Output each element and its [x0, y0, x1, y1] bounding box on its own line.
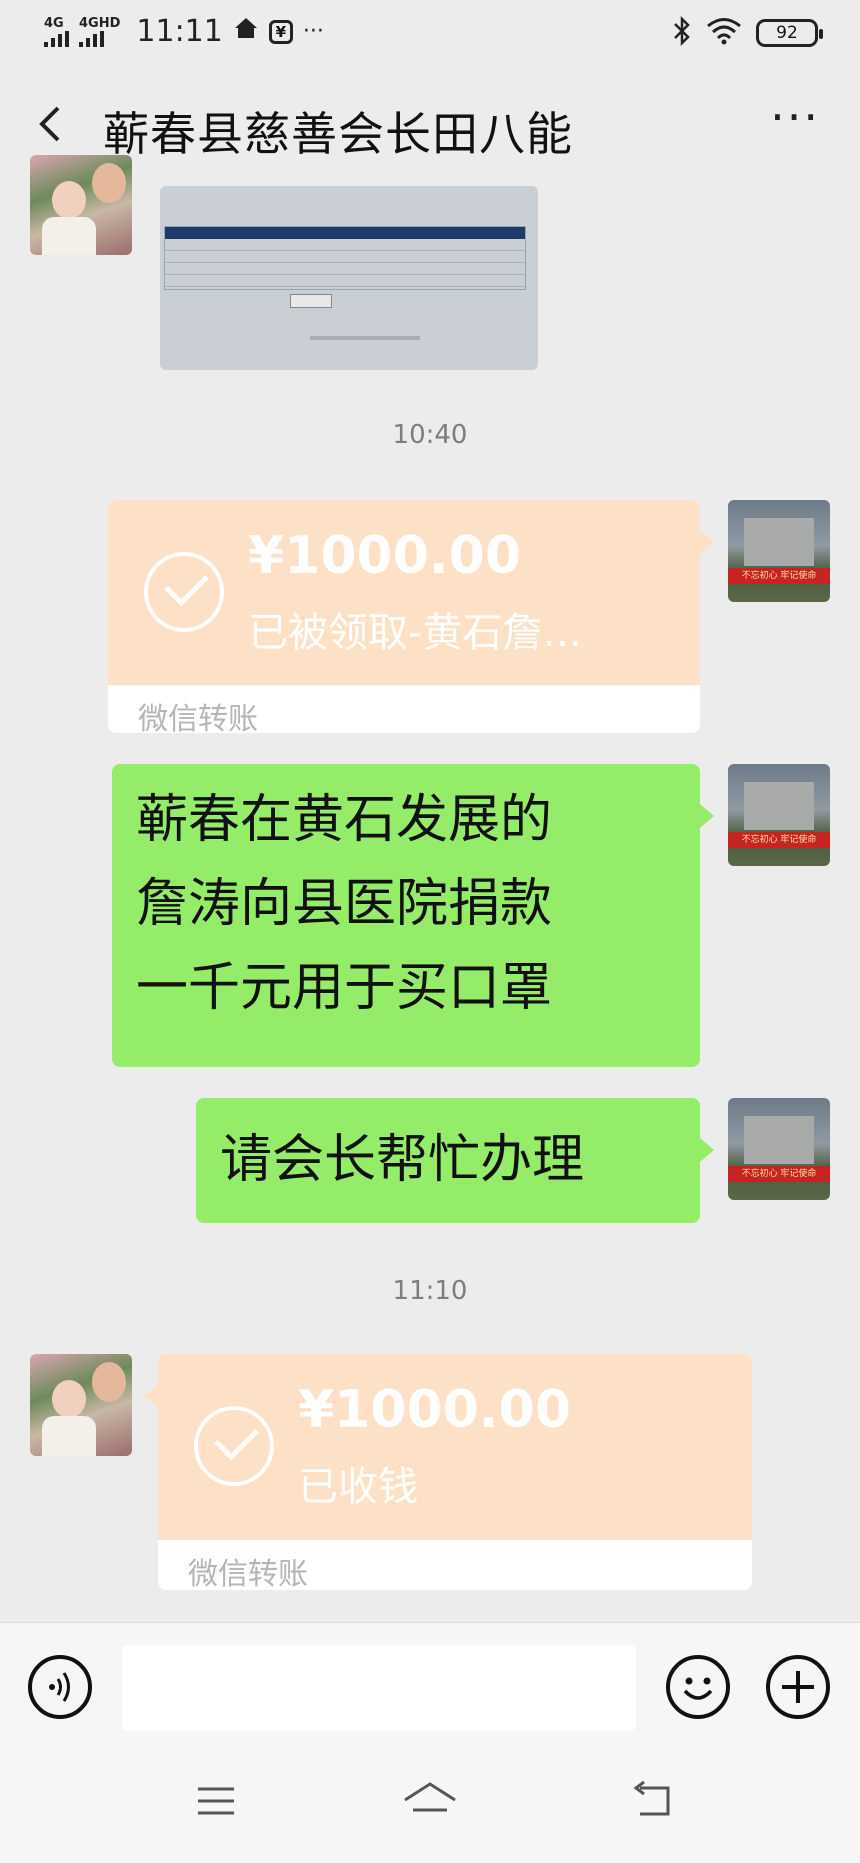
payment-icon: ¥	[268, 19, 293, 44]
transfer-footer: 微信转账	[108, 685, 700, 733]
document-table-image	[164, 226, 526, 290]
my-avatar[interactable]: 不忘初心 牢记使命	[728, 500, 830, 602]
transfer-status: 已收钱	[298, 1464, 418, 1510]
signal-2: 4GHD	[79, 15, 121, 47]
home-icon[interactable]	[400, 1780, 460, 1830]
transfer-footer: 微信转账	[158, 1540, 752, 1590]
bluetooth-icon	[672, 15, 692, 50]
document-photo[interactable]	[160, 186, 538, 370]
bubble-tail	[700, 530, 714, 554]
message-bubble-sent[interactable]: 蕲春在黄石发展的 詹涛向县医院捐款 一千元用于买口罩	[112, 764, 700, 1067]
signal-bars-icon	[44, 30, 69, 47]
transfer-amount: ¥1000.00	[298, 1380, 572, 1440]
plus-icon[interactable]	[766, 1655, 830, 1719]
my-avatar[interactable]: 不忘初心 牢记使命	[728, 764, 830, 866]
back-button[interactable]	[30, 94, 80, 154]
battery-indicator: 92	[756, 19, 823, 47]
bubble-tail	[144, 1384, 158, 1408]
message-timestamp: 11:10	[392, 1276, 468, 1306]
transfer-amount: ¥1000.00	[248, 526, 522, 586]
wifi-icon	[706, 17, 742, 49]
contact-avatar[interactable]	[30, 1354, 132, 1456]
system-nav-bar	[0, 1750, 860, 1863]
message-timestamp: 10:40	[392, 420, 468, 450]
message-line: 詹涛向县医院捐款	[136, 874, 553, 934]
bubble-tail	[700, 1138, 714, 1162]
message-line: 请会长帮忙办理	[220, 1130, 585, 1190]
home-status-icon	[233, 16, 259, 47]
signal-bars-icon	[79, 30, 104, 47]
message-bubble-sent[interactable]: 请会长帮忙办理	[196, 1098, 700, 1223]
emoji-icon[interactable]	[666, 1655, 730, 1719]
my-avatar[interactable]: 不忘初心 牢记使命	[728, 1098, 830, 1200]
message-line: 蕲春在黄石发展的	[136, 790, 553, 850]
bubble-tail	[700, 804, 714, 828]
signal-1: 4G	[44, 15, 69, 47]
chat-title: 蕲春县慈善会长田八能	[103, 107, 573, 161]
network-label: 4G	[44, 15, 64, 31]
transfer-card-received[interactable]: ¥1000.00 已收钱 微信转账	[158, 1354, 752, 1590]
more-options-button[interactable]: ···	[770, 92, 820, 142]
back-nav-icon[interactable]	[622, 1780, 682, 1830]
contact-avatar[interactable]	[30, 155, 132, 255]
voice-icon[interactable]	[28, 1655, 92, 1719]
network-label: 4GHD	[79, 15, 121, 31]
message-input[interactable]	[122, 1645, 636, 1731]
input-bar	[0, 1622, 860, 1751]
status-bar: 4G 4GHD 11:11 ¥ ··· 92	[0, 0, 860, 70]
transfer-status: 已被领取-黄石詹…	[248, 610, 583, 656]
menu-icon[interactable]	[186, 1780, 246, 1830]
check-circle-icon	[194, 1406, 274, 1486]
check-circle-icon	[144, 552, 224, 632]
clock: 11:11	[136, 14, 223, 49]
more-status-icon: ···	[302, 19, 324, 44]
message-line: 一千元用于买口罩	[136, 958, 553, 1018]
transfer-card-sent[interactable]: ¥1000.00 已被领取-黄石詹… 微信转账	[108, 500, 700, 733]
